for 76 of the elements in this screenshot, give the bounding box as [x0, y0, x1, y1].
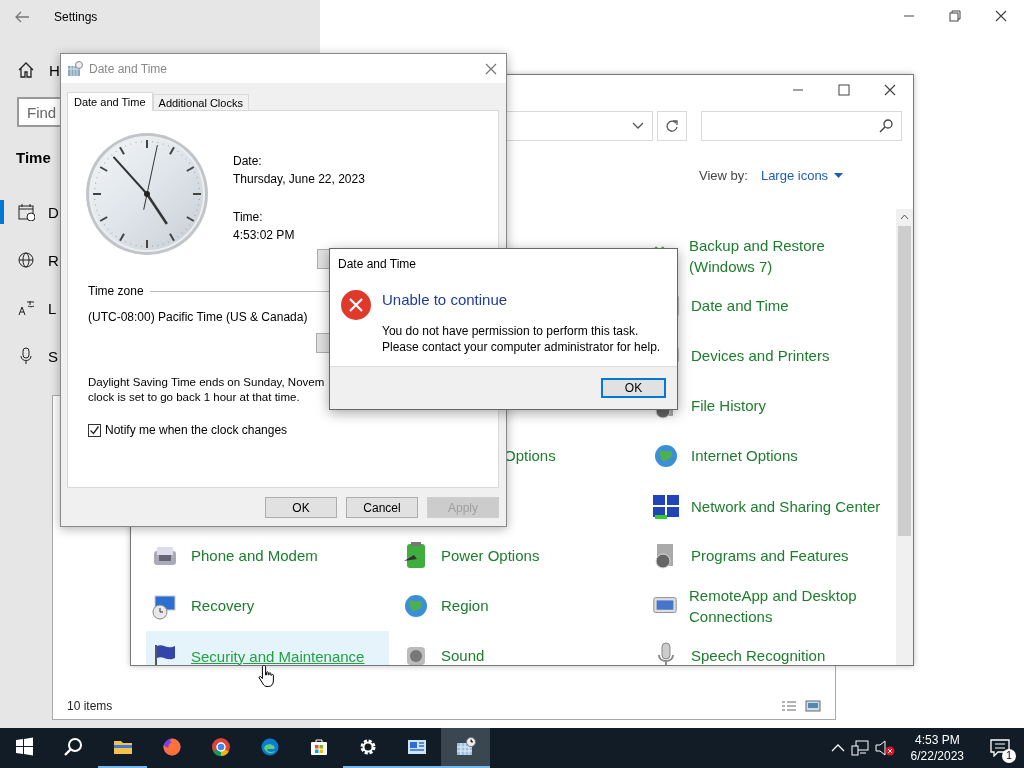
back-icon[interactable] — [14, 9, 30, 25]
control-panel-item[interactable]: RemoteApp and Desktop Connections — [646, 581, 889, 631]
scrollbar[interactable] — [896, 209, 913, 665]
chevron-up-icon[interactable] — [830, 744, 845, 752]
close-icon[interactable] — [485, 62, 497, 75]
speaker-muted-icon[interactable] — [874, 740, 895, 756]
clock[interactable]: 4:53 PM 6/22/2023 — [900, 732, 974, 764]
section-heading: Time — [16, 149, 51, 166]
error-message: Please contact your computer administrator for help. — [382, 339, 661, 355]
close-icon[interactable] — [995, 10, 1007, 22]
chevron-down-icon[interactable] — [632, 122, 644, 130]
maximize-icon[interactable] — [838, 84, 850, 96]
status-text: 10 items — [67, 699, 114, 713]
note-text: Daylight Saving Time ends on Sunday, Novem — [88, 375, 326, 390]
refresh-icon[interactable] — [665, 119, 679, 133]
checkbox-label: Notify me when the clock changes — [105, 423, 288, 437]
ok-button[interactable]: OK — [601, 378, 666, 398]
control-panel-item[interactable]: Recovery — [146, 581, 389, 631]
windows-logo-icon — [14, 737, 35, 757]
nav-item[interactable]: L — [0, 296, 65, 320]
calendar-clock-icon — [67, 60, 83, 77]
window-title: Date and Time — [337, 256, 418, 273]
fox-globe-icon — [161, 737, 182, 757]
monitor-panel-icon — [406, 737, 427, 757]
view-by-dropdown[interactable]: Large icons — [760, 167, 844, 183]
note-text: clock is set to go back 1 hour at that time. — [88, 390, 301, 405]
control-panel-item[interactable]: Speech Recognition — [646, 631, 889, 665]
nav-item[interactable]: R — [0, 248, 67, 272]
control-panel-item[interactable]: Network and Sharing Center — [646, 481, 889, 531]
view-by-label: View by: — [699, 167, 748, 183]
search-icon — [879, 119, 893, 133]
nav-label[interactable]: H — [49, 61, 60, 79]
globe-icon — [17, 251, 35, 269]
time-zone-text: (UTC-08:00) Pacific Time (US & Canada) — [88, 310, 309, 326]
calendar-clock-icon — [455, 737, 476, 757]
search-field[interactable] — [701, 111, 902, 141]
field-label: Time: — [233, 209, 264, 226]
calendar-icon — [17, 203, 35, 221]
home-icon[interactable] — [17, 61, 35, 79]
control-panel-item[interactable]: Power Options — [396, 531, 639, 581]
control-panel-item[interactable]: Internet Options — [646, 431, 889, 481]
date-value: Thursday, June 22, 2023 — [233, 171, 366, 188]
dialog-button[interactable]: OK — [265, 497, 337, 518]
notification-button[interactable]: 1 — [980, 728, 1020, 768]
notification-badge: 1 — [1002, 749, 1016, 763]
dialog-button[interactable]: Cancel — [346, 497, 418, 518]
search-icon — [63, 737, 84, 757]
control-panel-item[interactable]: Region — [396, 581, 639, 631]
tab[interactable]: Date and Time — [67, 92, 153, 111]
shopping-bag-icon — [308, 737, 329, 757]
round-browser-icon — [210, 737, 231, 757]
window-title: Settings — [54, 10, 98, 24]
group-heading: Time zone — [88, 284, 144, 298]
refresh-button[interactable] — [657, 111, 687, 141]
wave-browser-icon — [259, 737, 280, 757]
error-message: You do not have permission to perform this task. — [382, 323, 640, 339]
taskbar-button[interactable] — [441, 728, 490, 768]
field-label: Date: — [233, 153, 263, 170]
network-icon[interactable] — [850, 740, 869, 756]
control-panel-item[interactable]: Phone and Modem — [146, 531, 389, 581]
window-title: Date and Time — [89, 61, 169, 76]
control-panel-item[interactable]: Security and Maintenance — [146, 631, 389, 665]
message-icon — [990, 739, 1010, 757]
control-panel-item[interactable]: Sound — [396, 631, 639, 665]
close-icon[interactable] — [884, 84, 896, 96]
time-value: 4:53:02 PM — [233, 227, 296, 244]
large-icons-view-icon[interactable] — [805, 700, 821, 712]
caret-down-icon[interactable] — [834, 172, 844, 178]
error-icon — [340, 289, 372, 321]
error-heading: Unable to continue — [382, 291, 509, 308]
nav-item[interactable]: S — [0, 344, 66, 368]
control-panel-item[interactable]: Programs and Features — [646, 531, 889, 581]
restore-icon[interactable] — [949, 10, 961, 22]
language-icon — [17, 299, 35, 317]
microphone-icon — [17, 347, 35, 365]
checkbox[interactable] — [88, 423, 101, 437]
